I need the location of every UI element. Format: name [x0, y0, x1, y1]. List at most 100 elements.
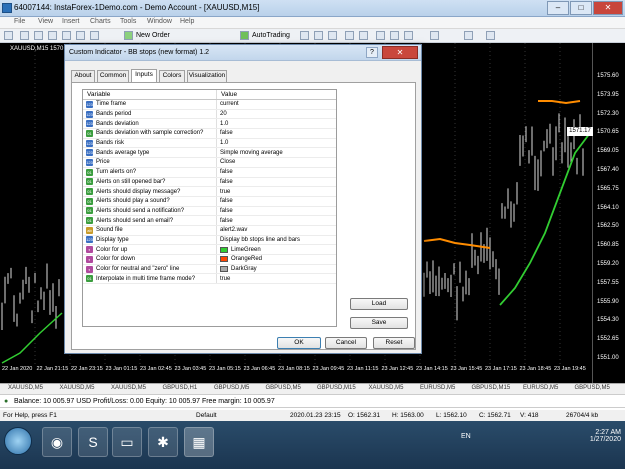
bar-chart-icon[interactable]	[300, 31, 309, 40]
chrome-icon[interactable]: ◉	[42, 427, 72, 457]
param-value-cell[interactable]: false	[217, 178, 336, 187]
param-value-cell[interactable]: Simple moving average	[217, 148, 336, 157]
chart-tab[interactable]: EURUSD,M5	[420, 385, 455, 391]
periods-icon[interactable]	[464, 31, 473, 40]
skype-icon[interactable]: S	[78, 427, 108, 457]
menu-help[interactable]: Help	[180, 18, 194, 25]
templates-icon[interactable]	[486, 31, 495, 40]
tab-common[interactable]: Common	[97, 70, 129, 82]
param-row[interactable]: ◐ Color for down OrangeRed	[83, 255, 336, 265]
chart-shift-icon[interactable]	[404, 31, 413, 40]
new-order-button[interactable]: New Order	[136, 30, 170, 42]
param-value-cell[interactable]: alert2.wav	[217, 226, 336, 235]
tab-colors[interactable]: Colors	[159, 70, 185, 82]
menu-file[interactable]: File	[14, 18, 25, 25]
color-swatch[interactable]	[220, 246, 228, 253]
indicators-icon[interactable]	[430, 31, 439, 40]
explorer-icon[interactable]: ▭	[112, 427, 142, 457]
cancel-button[interactable]: Cancel	[325, 337, 367, 349]
chart-tab[interactable]: GBPUSD,M5	[575, 385, 610, 391]
param-value-cell[interactable]: current	[217, 100, 336, 109]
param-value-cell[interactable]: false	[217, 197, 336, 206]
param-value-cell[interactable]: false	[217, 168, 336, 177]
market-watch-icon[interactable]	[34, 31, 43, 40]
reset-button[interactable]: Reset	[373, 337, 415, 349]
param-value-cell[interactable]: OrangeRed	[217, 255, 336, 264]
param-row[interactable]: 01 Alerts on still opened bar? false	[83, 177, 336, 188]
param-value-cell[interactable]: true	[217, 274, 336, 283]
chart-tab[interactable]: XAUUSD,M5	[369, 385, 404, 391]
menu-tools[interactable]: Tools	[120, 18, 136, 25]
zoom-in-icon[interactable]	[345, 31, 354, 40]
menu-window[interactable]: Window	[147, 18, 172, 25]
chart-tab[interactable]: XAUUSD,M5	[8, 385, 43, 391]
param-value-cell[interactable]: 20	[217, 110, 336, 119]
chart-tab[interactable]: XAUUSD,M5	[111, 385, 146, 391]
tab-inputs[interactable]: Inputs	[131, 69, 157, 83]
candlestick-icon[interactable]	[314, 31, 323, 40]
language-indicator[interactable]: EN	[461, 433, 471, 440]
chart-tab[interactable]: GBPUSD,H1	[163, 385, 198, 391]
terminal-icon[interactable]	[76, 31, 85, 40]
chart-tab[interactable]: GBPUSD,M5	[214, 385, 249, 391]
param-row[interactable]: 01 Bands deviation with sample correction…	[83, 129, 336, 139]
param-row[interactable]: 01 Turn alerts on? false	[83, 167, 336, 178]
param-row[interactable]: 01 Alerts should send a notification? fals…	[83, 206, 336, 217]
column-variable[interactable]: Variable	[83, 90, 217, 99]
chart-tab[interactable]: GBPUSD,M5	[266, 385, 301, 391]
param-value-cell[interactable]: 1.0	[217, 119, 336, 128]
dialog-close-button[interactable]: ✕	[382, 46, 418, 59]
start-button[interactable]	[4, 427, 32, 455]
param-row[interactable]: 01 Alerts should display message? true	[83, 187, 336, 197]
navigator-icon[interactable]	[62, 31, 71, 40]
param-row[interactable]: 123 Bands average type Simple moving avera…	[83, 148, 336, 159]
param-row[interactable]: ◐ Color for up LimeGreen	[83, 245, 336, 255]
param-value-cell[interactable]: false	[217, 129, 336, 138]
maximize-button[interactable]: □	[570, 1, 592, 15]
param-row[interactable]: 123 Time frame current	[83, 100, 336, 110]
param-row[interactable]: 123 Display type Display bb stops line and…	[83, 235, 336, 246]
metatrader-icon[interactable]: ▦	[184, 427, 214, 457]
chart-tab[interactable]: EURUSD,M5	[523, 385, 558, 391]
system-tray-clock[interactable]: 2:27 AM 1/27/2020	[590, 429, 621, 443]
menu-charts[interactable]: Charts	[90, 18, 111, 25]
param-value-cell[interactable]: true	[217, 187, 336, 196]
tab-visualization[interactable]: Visualization	[187, 70, 227, 82]
chart-tab[interactable]: GBPUSD,M15	[317, 385, 356, 391]
load-button[interactable]: Load	[350, 298, 408, 310]
param-value-cell[interactable]: Close	[217, 158, 336, 167]
close-window-button[interactable]: ✕	[593, 1, 623, 15]
param-row[interactable]: 01 Alerts should send an email? false	[83, 216, 336, 226]
zoom-out-icon[interactable]	[359, 31, 368, 40]
param-value-cell[interactable]: false	[217, 216, 336, 225]
tab-about[interactable]: About	[71, 70, 95, 82]
color-swatch[interactable]	[220, 256, 228, 263]
param-row[interactable]: 01 Alerts should play a sound? false	[83, 196, 336, 207]
menu-view[interactable]: View	[38, 18, 53, 25]
param-value-cell[interactable]: Display bb stops line and bars	[217, 236, 336, 245]
data-window-icon[interactable]	[48, 31, 57, 40]
chart-tab[interactable]: GBPUSD,M15	[472, 385, 511, 391]
strategy-tester-icon[interactable]	[90, 31, 99, 40]
param-value-cell[interactable]: DarkGray	[217, 265, 336, 274]
save-button[interactable]: Save	[350, 317, 408, 329]
color-swatch[interactable]	[220, 266, 228, 273]
app-icon-red[interactable]: ✱	[148, 427, 178, 457]
param-row[interactable]: 123 Price Close	[83, 158, 336, 168]
param-row[interactable]: ◐ Color for neutral and "zero" line DarkGr…	[83, 264, 336, 275]
param-row[interactable]: 01 Interpolate in multi time frame mode? t…	[83, 274, 336, 285]
profiles-icon[interactable]	[20, 31, 29, 40]
param-row[interactable]: 123 Bands period 20	[83, 109, 336, 120]
menu-insert[interactable]: Insert	[62, 18, 80, 25]
help-button[interactable]: ?	[366, 47, 378, 58]
tile-windows-icon[interactable]	[376, 31, 385, 40]
new-chart-icon[interactable]	[4, 31, 13, 40]
param-value-cell[interactable]: LimeGreen	[217, 245, 336, 254]
param-row[interactable]: 123 Bands deviation 1.0	[83, 119, 336, 130]
line-chart-icon[interactable]	[328, 31, 337, 40]
chart-tab[interactable]: XAUUSD,M5	[60, 385, 95, 391]
param-row[interactable]: ab Sound file alert2.wav	[83, 225, 336, 236]
param-row[interactable]: 123 Bands risk 1.0	[83, 138, 336, 149]
column-value[interactable]: Value	[217, 90, 336, 99]
autotrading-button[interactable]: AutoTrading	[252, 30, 290, 42]
